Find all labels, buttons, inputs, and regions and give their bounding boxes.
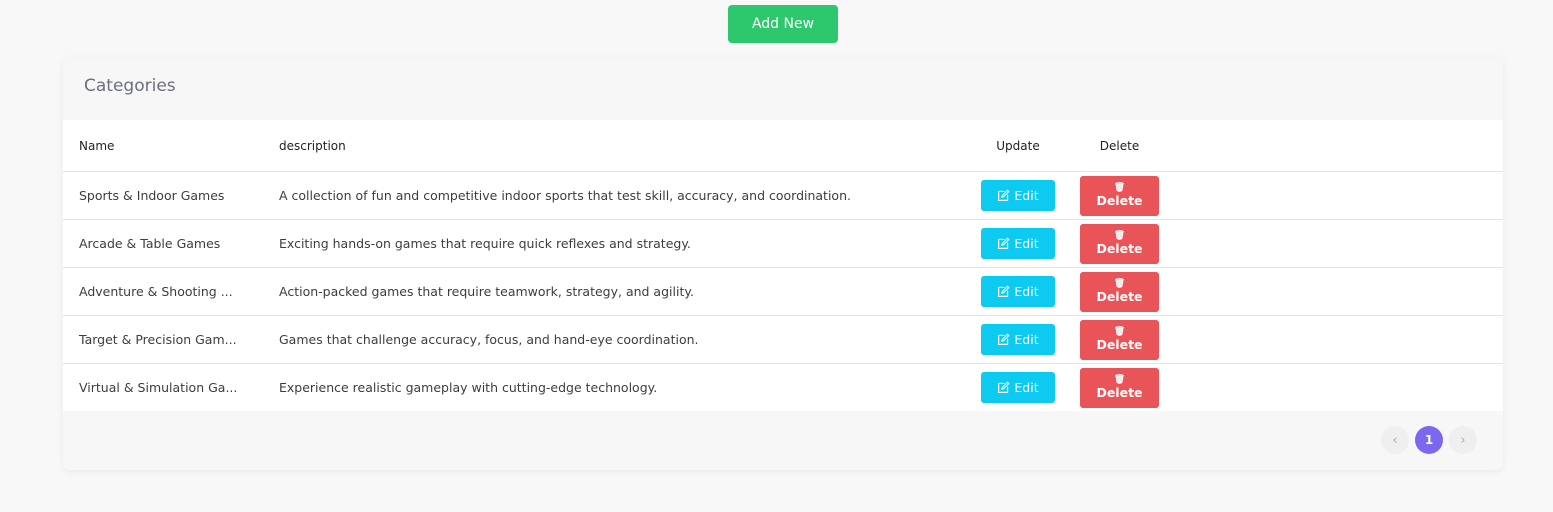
trash-icon: 🗑 bbox=[1113, 278, 1126, 289]
edit-icon bbox=[998, 237, 1010, 249]
row-name: Adventure & Shooting ... bbox=[79, 284, 233, 299]
delete-label: Delete bbox=[1096, 336, 1143, 352]
delete-button[interactable]: 🗑 Delete bbox=[1080, 223, 1159, 264]
edit-button[interactable]: Edit bbox=[981, 228, 1055, 259]
trash-icon: 🗑 bbox=[1113, 182, 1126, 193]
edit-icon bbox=[998, 189, 1010, 201]
delete-label: Delete bbox=[1096, 192, 1143, 208]
edit-button[interactable]: Edit bbox=[981, 372, 1055, 403]
card-title: Categories bbox=[84, 76, 176, 96]
header-spacer bbox=[1162, 120, 1503, 172]
row-description: Experience realistic gameplay with cutti… bbox=[279, 380, 658, 395]
header-delete: Delete bbox=[1077, 120, 1162, 172]
edit-button[interactable]: Edit bbox=[981, 180, 1055, 211]
delete-label: Delete bbox=[1096, 288, 1143, 304]
row-name: Virtual & Simulation Ga... bbox=[79, 380, 238, 395]
delete-button[interactable]: 🗑 Delete bbox=[1080, 319, 1159, 360]
header-description: description bbox=[279, 120, 959, 172]
row-description: Exciting hands-on games that require qui… bbox=[279, 219, 959, 268]
next-page-button[interactable]: › bbox=[1449, 426, 1477, 454]
edit-icon bbox=[998, 333, 1010, 345]
row-name: Sports & Indoor Games bbox=[79, 188, 225, 203]
edit-icon bbox=[998, 285, 1010, 297]
row-description: Action-packed games that require teamwor… bbox=[279, 267, 959, 316]
row-description: Games that challenge accuracy, focus, an… bbox=[279, 315, 959, 364]
edit-icon bbox=[998, 381, 1010, 393]
delete-button[interactable]: 🗑 Delete bbox=[1080, 367, 1159, 408]
edit-button[interactable]: Edit bbox=[981, 324, 1055, 355]
table-row: Sports & Indoor Games A collection of fu… bbox=[63, 171, 1503, 220]
pagination: ‹ 1 › bbox=[1381, 426, 1477, 454]
trash-icon: 🗑 bbox=[1113, 374, 1126, 385]
edit-label: Edit bbox=[1014, 188, 1039, 203]
table-header-row: Name description Update Delete bbox=[63, 120, 1503, 172]
table-row: Target & Precision Gam... Games that cha… bbox=[63, 315, 1503, 364]
edit-label: Edit bbox=[1014, 332, 1039, 347]
edit-button[interactable]: Edit bbox=[981, 276, 1055, 307]
table-row: Virtual & Simulation Ga... Experience re… bbox=[63, 364, 1503, 412]
trash-icon: 🗑 bbox=[1113, 230, 1126, 241]
edit-label: Edit bbox=[1014, 236, 1039, 251]
edit-label: Edit bbox=[1014, 284, 1039, 299]
page-1-button[interactable]: 1 bbox=[1415, 426, 1443, 454]
edit-label: Edit bbox=[1014, 380, 1039, 395]
add-new-button[interactable]: Add New bbox=[728, 5, 838, 43]
delete-label: Delete bbox=[1096, 384, 1143, 400]
delete-button[interactable]: 🗑 Delete bbox=[1080, 175, 1159, 216]
header-update: Update bbox=[959, 120, 1077, 172]
table-row: Arcade & Table Games Exciting hands-on g… bbox=[63, 219, 1503, 268]
row-name: Arcade & Table Games bbox=[79, 236, 221, 251]
table-row: Adventure & Shooting ... Action-packed g… bbox=[63, 267, 1503, 316]
header-name: Name bbox=[63, 120, 279, 172]
delete-button[interactable]: 🗑 Delete bbox=[1080, 271, 1159, 312]
row-name: Target & Precision Gam... bbox=[79, 332, 237, 347]
categories-card: Categories Name description Update Delet… bbox=[63, 57, 1503, 470]
delete-label: Delete bbox=[1096, 240, 1143, 256]
row-description: A collection of fun and competitive indo… bbox=[279, 171, 959, 220]
prev-page-button[interactable]: ‹ bbox=[1381, 426, 1409, 454]
trash-icon: 🗑 bbox=[1113, 326, 1126, 337]
categories-table: Name description Update Delete Sports & … bbox=[63, 120, 1503, 411]
